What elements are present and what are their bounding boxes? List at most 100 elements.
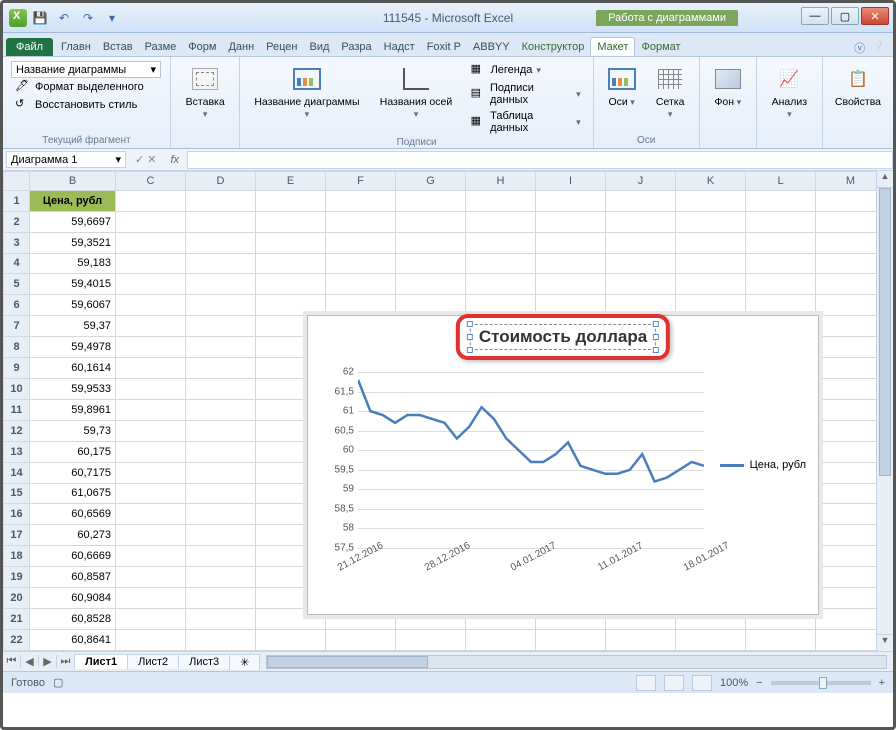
cell[interactable] <box>816 483 886 504</box>
cell[interactable] <box>746 253 816 274</box>
cell[interactable] <box>116 378 186 399</box>
row-header[interactable]: 11 <box>4 399 30 420</box>
background-button[interactable]: Фон <box>708 61 748 133</box>
cell[interactable]: 61,0675 <box>30 483 116 504</box>
cell[interactable] <box>326 629 396 650</box>
cell[interactable] <box>536 629 606 650</box>
cell[interactable] <box>326 211 396 232</box>
gridlines-button[interactable]: Сетка <box>650 61 691 133</box>
cell[interactable] <box>676 211 746 232</box>
cell[interactable] <box>746 232 816 253</box>
cell[interactable] <box>816 462 886 483</box>
cell[interactable] <box>186 211 256 232</box>
row-header[interactable]: 22 <box>4 629 30 650</box>
save-icon[interactable]: 💾 <box>31 9 49 27</box>
cell[interactable] <box>186 629 256 650</box>
cell[interactable] <box>116 253 186 274</box>
chart-element-selector[interactable]: Название диаграммы▾ <box>11 61 161 78</box>
cell[interactable] <box>326 295 396 316</box>
cell[interactable] <box>466 274 536 295</box>
cell[interactable] <box>186 588 256 609</box>
row-header[interactable]: 13 <box>4 441 30 462</box>
tab-developer[interactable]: Разра <box>335 38 377 56</box>
cell[interactable] <box>396 190 466 211</box>
tab-insert[interactable]: Встав <box>97 38 139 56</box>
cell[interactable] <box>116 420 186 441</box>
cell[interactable] <box>606 190 676 211</box>
cell[interactable] <box>536 211 606 232</box>
cell[interactable] <box>256 274 326 295</box>
column-header[interactable]: I <box>536 172 606 191</box>
help-icon[interactable]: ❔ <box>871 40 885 56</box>
cell[interactable] <box>326 232 396 253</box>
cell[interactable] <box>466 629 536 650</box>
cell[interactable] <box>256 190 326 211</box>
row-header[interactable]: 7 <box>4 316 30 337</box>
cell[interactable]: 59,73 <box>30 420 116 441</box>
cell[interactable] <box>676 295 746 316</box>
column-header[interactable]: J <box>606 172 676 191</box>
cell[interactable] <box>606 211 676 232</box>
cell[interactable] <box>396 274 466 295</box>
cell[interactable] <box>816 629 886 650</box>
minimize-ribbon-icon[interactable]: ⓥ <box>854 40 865 56</box>
cell[interactable] <box>816 253 886 274</box>
cell[interactable] <box>116 441 186 462</box>
cell[interactable] <box>116 232 186 253</box>
cell[interactable]: 59,6067 <box>30 295 116 316</box>
cell[interactable] <box>116 190 186 211</box>
cell[interactable] <box>676 190 746 211</box>
row-header[interactable]: 8 <box>4 337 30 358</box>
cell[interactable]: 59,6697 <box>30 211 116 232</box>
cell[interactable] <box>186 525 256 546</box>
chart-title-button[interactable]: Название диаграммы <box>248 61 365 135</box>
cell[interactable] <box>256 295 326 316</box>
tab-chart-format[interactable]: Формат <box>635 38 686 56</box>
row-header[interactable]: 10 <box>4 378 30 399</box>
cell[interactable] <box>536 190 606 211</box>
cell[interactable]: 59,183 <box>30 253 116 274</box>
cell[interactable] <box>186 546 256 567</box>
sheet-tab-3[interactable]: Лист3 <box>178 654 230 669</box>
cell[interactable] <box>816 337 886 358</box>
cell[interactable] <box>816 211 886 232</box>
cell[interactable] <box>816 358 886 379</box>
tab-home[interactable]: Главн <box>55 38 97 56</box>
cell[interactable]: 59,9533 <box>30 378 116 399</box>
analysis-button[interactable]: 📈 Анализ <box>765 61 814 133</box>
column-header[interactable]: D <box>186 172 256 191</box>
horizontal-scrollbar[interactable] <box>266 655 887 669</box>
row-header[interactable]: 9 <box>4 358 30 379</box>
cell[interactable] <box>746 629 816 650</box>
scroll-up-icon[interactable]: ▲ <box>877 171 893 188</box>
qat-more-icon[interactable]: ▾ <box>103 9 121 27</box>
tab-formulas[interactable]: Форм <box>182 38 222 56</box>
cell[interactable] <box>186 190 256 211</box>
cell[interactable] <box>116 525 186 546</box>
cell[interactable] <box>116 337 186 358</box>
tab-chart-layout[interactable]: Макет <box>590 37 635 56</box>
column-header[interactable]: G <box>396 172 466 191</box>
column-header[interactable]: C <box>116 172 186 191</box>
cell[interactable] <box>676 629 746 650</box>
cell[interactable] <box>186 441 256 462</box>
insert-button[interactable]: Вставка <box>179 61 232 133</box>
view-pagelayout-icon[interactable] <box>664 675 684 691</box>
cell[interactable]: 60,1614 <box>30 358 116 379</box>
cell[interactable]: 59,8961 <box>30 399 116 420</box>
cell[interactable] <box>466 211 536 232</box>
cell[interactable] <box>816 588 886 609</box>
zoom-slider[interactable] <box>771 681 871 685</box>
cell[interactable]: Цена, рубл <box>30 190 116 211</box>
fx-icon[interactable]: ✓ ✕ <box>129 153 163 166</box>
cell[interactable]: 60,273 <box>30 525 116 546</box>
select-all-corner[interactable] <box>4 172 30 191</box>
column-header[interactable]: L <box>746 172 816 191</box>
column-header[interactable]: H <box>466 172 536 191</box>
column-header[interactable]: B <box>30 172 116 191</box>
hscroll-thumb[interactable] <box>267 656 428 668</box>
scroll-thumb[interactable] <box>879 188 891 476</box>
cell[interactable] <box>816 608 886 629</box>
sheet-nav-next[interactable]: ▶ <box>39 655 57 668</box>
sheet-nav-last[interactable]: ⏭ <box>57 655 75 668</box>
